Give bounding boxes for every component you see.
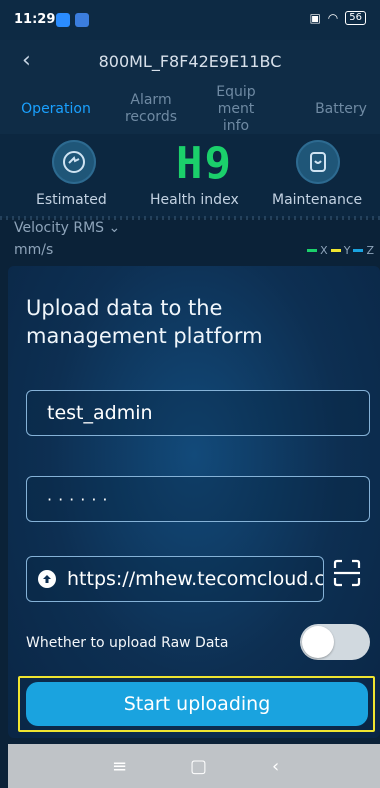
legend-swatch: [353, 249, 364, 252]
chevron-down-icon: ⌄: [108, 220, 121, 236]
app-screen: 11:29 ▣ ◠ 56 ‹ 800ML_F8F42E9E11BC Operat…: [0, 0, 380, 788]
status-time: 11:29: [14, 12, 56, 27]
system-nav-bar: ≡ ▢ ‹: [8, 744, 380, 788]
start-upload-button[interactable]: Start uploading: [26, 682, 368, 726]
toggle-knob: [302, 626, 334, 658]
username-value: test_admin: [47, 402, 153, 424]
legend-x: X: [320, 244, 328, 257]
status-summary: H9 Estimated Health index Maintenance: [0, 134, 380, 218]
app-bar: ‹ 800ML_F8F42E9E11BC: [0, 40, 380, 84]
server-url-value: https://mhew.tecomcloud.com: [67, 568, 324, 590]
tab-bar: Operation Alarm records Equip ment info …: [0, 84, 380, 134]
health-index-value: H9: [176, 138, 233, 189]
maintenance-label: Maintenance: [272, 192, 363, 208]
chart-legend: X Y Z: [306, 244, 374, 257]
cloud-upload-icon: [38, 570, 56, 588]
maintenance-icon: [296, 140, 340, 184]
server-url-field[interactable]: https://mhew.tecomcloud.com: [26, 556, 324, 602]
metric-label: Velocity RMS: [14, 220, 105, 236]
menu-icon[interactable]: ≡: [112, 756, 127, 777]
raw-data-toggle[interactable]: [300, 624, 370, 660]
password-value: ······: [47, 489, 114, 509]
upload-dialog: Upload data to the management platform t…: [8, 266, 380, 738]
tab-operation[interactable]: Operation: [14, 84, 98, 134]
password-field[interactable]: ······: [26, 476, 370, 522]
chart-header: Velocity RMS ⌄ mm/s X Y Z: [0, 220, 380, 272]
wifi-icon: ◠: [327, 11, 339, 25]
health-index-label: Health index: [150, 192, 239, 208]
scan-qr-icon[interactable]: [332, 558, 362, 588]
legend-y: Y: [343, 244, 351, 257]
legend-z: Z: [366, 244, 374, 257]
estimated-label: Estimated: [36, 192, 107, 208]
tab-alarm-records[interactable]: Alarm records: [114, 84, 188, 134]
raw-data-label: Whether to upload Raw Data: [26, 635, 229, 651]
bluetooth-icon: [56, 13, 70, 27]
tab-battery[interactable]: Battery: [308, 84, 374, 134]
device-title: 800ML_F8F42E9E11BC: [98, 52, 282, 71]
username-field[interactable]: test_admin: [26, 390, 370, 436]
cloud-app-icon: [75, 13, 89, 27]
unit-label: mm/s: [14, 242, 54, 258]
back-nav-icon[interactable]: ‹: [272, 756, 279, 777]
status-icons: ▣ ◠ 56: [309, 11, 366, 25]
status-bar: 11:29 ▣ ◠ 56: [0, 0, 380, 40]
dialog-title: Upload data to the management platform: [26, 296, 263, 348]
legend-swatch: [307, 249, 318, 252]
home-icon[interactable]: ▢: [190, 756, 207, 777]
sim-icon: ▣: [309, 11, 321, 25]
gauge-icon: [52, 140, 96, 184]
battery-icon: 56: [345, 11, 366, 25]
metric-selector[interactable]: Velocity RMS ⌄: [14, 220, 120, 236]
legend-swatch: [330, 249, 341, 252]
tab-equipment-info[interactable]: Equip ment info: [204, 84, 268, 134]
